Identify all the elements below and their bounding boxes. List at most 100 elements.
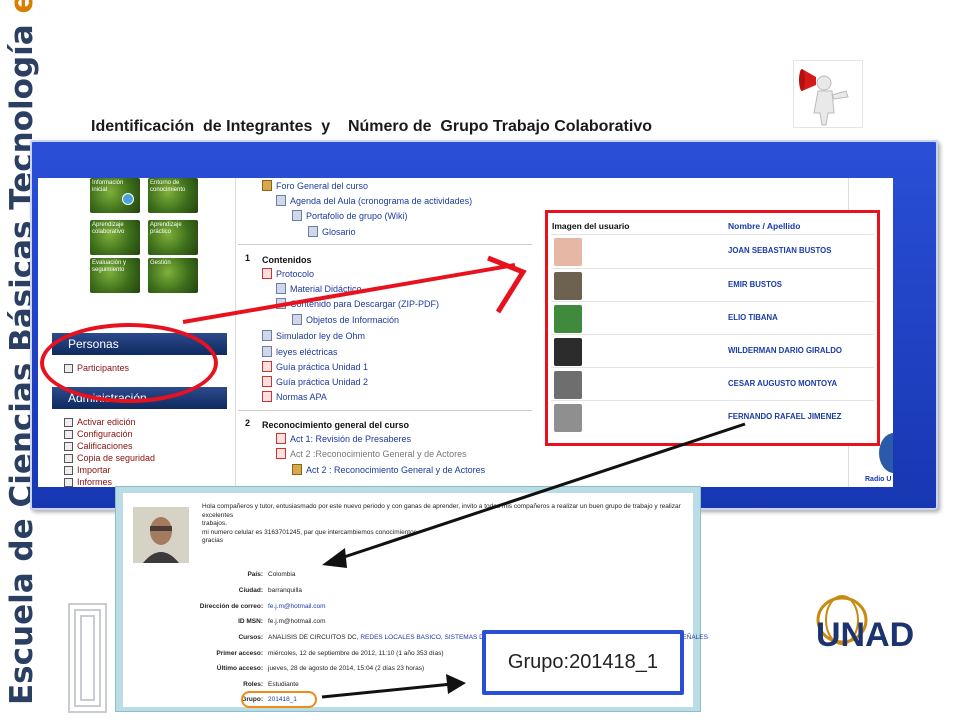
link-label: Portafolio de grupo (Wiki) bbox=[306, 210, 408, 221]
link-act-2-folder[interactable]: Act 2 :Reconocimiento General y de Actor… bbox=[276, 448, 467, 459]
link-objetos-informacion[interactable]: Objetos de Información bbox=[292, 314, 399, 325]
link-label: Agenda del Aula (cronograma de actividad… bbox=[290, 195, 473, 206]
field-label-ultimo-acceso: Último acceso: bbox=[216, 665, 263, 672]
field-label-cursos: Cursos: bbox=[238, 634, 263, 641]
field-label-correo: Dirección de correo: bbox=[199, 603, 263, 610]
column-header-image: Imagen del usuario bbox=[552, 221, 630, 231]
pdf-icon bbox=[262, 268, 272, 279]
reports-icon bbox=[64, 477, 73, 487]
participant-name[interactable]: ELIO TIBANA bbox=[728, 313, 778, 322]
link-label: Act 1: Revisión de Presaberes bbox=[290, 433, 412, 444]
link-glosario[interactable]: Glosario bbox=[308, 226, 356, 237]
table-row[interactable]: FERNANDO RAFAEL JIMENEZ bbox=[551, 400, 874, 433]
participant-name[interactable]: CESAR AUGUSTO MONTOYA bbox=[728, 379, 837, 388]
link-foro-general[interactable]: Foro General del curso bbox=[262, 180, 368, 191]
avatar bbox=[554, 238, 582, 266]
slide: Escuela de Ciencias Básicas Tecnología e… bbox=[0, 0, 960, 720]
participant-name[interactable]: EMIR BUSTOS bbox=[728, 280, 782, 289]
field-value-pais: Colombia bbox=[268, 571, 296, 578]
admin-item-importar[interactable]: Importar bbox=[64, 465, 111, 475]
participant-name[interactable]: JOAN SEBASTIAN BUSTOS bbox=[728, 246, 831, 255]
table-row[interactable]: JOAN SEBASTIAN BUSTOS bbox=[551, 234, 874, 267]
grades-icon bbox=[64, 441, 73, 451]
forum-icon bbox=[262, 180, 272, 191]
table-row[interactable]: EMIR BUSTOS bbox=[551, 268, 874, 301]
admin-item-calificaciones[interactable]: Calificaciones bbox=[64, 441, 133, 451]
tile-informacion-inicial[interactable]: Información inicial bbox=[90, 178, 140, 213]
profile-description: Hola compañeros y tutor, entusiasmado po… bbox=[202, 503, 687, 546]
field-label-pais: País: bbox=[247, 571, 263, 578]
course-sections-column: Foro General del curso Agenda del Aula (… bbox=[235, 178, 535, 487]
link-leyes-electricas[interactable]: leyes eléctricas bbox=[262, 346, 338, 357]
participant-name[interactable]: WILDERMAN DARIO GIRALDO bbox=[728, 346, 842, 355]
course-tiles: Información inicial Entorno de conocimie… bbox=[48, 178, 198, 296]
participant-name[interactable]: FERNANDO RAFAEL JIMENEZ bbox=[728, 412, 841, 421]
admin-item-copia-seguridad[interactable]: Copia de seguridad bbox=[64, 453, 155, 463]
link-label: Guía práctica Unidad 1 bbox=[276, 361, 369, 372]
link-contenido-descargar[interactable]: Contenido para Descargar (ZIP-PDF) bbox=[276, 298, 439, 309]
link-wiki[interactable]: Portafolio de grupo (Wiki) bbox=[292, 210, 408, 221]
link-guia-unidad-2[interactable]: Guía práctica Unidad 2 bbox=[262, 376, 368, 387]
description-line: mi numero celular es 3163701245, par que… bbox=[202, 528, 417, 536]
tile-aprendizaje-colaborativo[interactable]: Aprendizaje colaborativo bbox=[90, 220, 140, 255]
link-label: Contenido para Descargar (ZIP-PDF) bbox=[290, 298, 440, 309]
field-label-ciudad: Ciudad: bbox=[238, 587, 263, 594]
link-label: Protocolo bbox=[276, 268, 315, 279]
link-material-didactico[interactable]: Material Didáctico bbox=[276, 283, 362, 294]
tile-label: Aprendizaje práctico bbox=[150, 222, 182, 235]
radio-logo-label: Radio U bbox=[865, 476, 892, 483]
tile-aprendizaje-practico[interactable]: Aprendizaje práctico bbox=[148, 220, 198, 255]
field-value-correo[interactable]: fe.j.m@hotmail.com bbox=[268, 603, 326, 610]
description-line: trabajos. bbox=[202, 520, 227, 527]
link-label: leyes eléctricas bbox=[276, 346, 338, 357]
link-agenda[interactable]: Agenda del Aula (cronograma de actividad… bbox=[276, 195, 472, 206]
section-divider bbox=[238, 410, 532, 411]
avatar bbox=[554, 338, 582, 366]
course-text: ANALISIS DE CIRCUITOS DC, bbox=[268, 634, 361, 641]
pdf-icon bbox=[276, 448, 286, 459]
group-callout: Grupo:201418_1 bbox=[482, 630, 684, 695]
pdf-icon bbox=[262, 391, 272, 402]
slide-heading: Identificación de Integrantes y Número d… bbox=[91, 118, 652, 135]
field-label-msn: ID MSN: bbox=[238, 618, 263, 625]
link-normas-apa[interactable]: Normas APA bbox=[262, 391, 327, 402]
admin-item-informes[interactable]: Informes bbox=[64, 477, 112, 487]
tile-entorno-conocimiento[interactable]: Entorno de conocimiento bbox=[148, 178, 198, 213]
link-act-2-forum[interactable]: Act 2 : Reconocimiento General y de Acto… bbox=[292, 464, 485, 475]
admin-item-label: Activar edición bbox=[77, 417, 136, 427]
profile-photo bbox=[133, 507, 189, 563]
admin-item-label: Copia de seguridad bbox=[77, 453, 156, 463]
backup-icon bbox=[64, 453, 73, 463]
admin-item-label: Calificaciones bbox=[77, 441, 133, 451]
admin-item-configuracion[interactable]: Configuración bbox=[64, 429, 133, 439]
link-label: Foro General del curso bbox=[276, 180, 369, 191]
table-row[interactable]: WILDERMAN DARIO GIRALDO bbox=[551, 334, 874, 367]
field-value-ciudad: barranquilla bbox=[268, 587, 302, 594]
highlight-oval bbox=[40, 323, 218, 403]
glossary-icon bbox=[308, 226, 318, 237]
table-row[interactable]: ELIO TIBANA bbox=[551, 301, 874, 334]
page-icon bbox=[276, 195, 286, 206]
link-label: Act 2 :Reconocimiento General y de Actor… bbox=[290, 448, 467, 459]
link-label: Guía práctica Unidad 2 bbox=[276, 376, 369, 387]
field-value-primer-acceso: miércoles, 12 de septiembre de 2012, 11:… bbox=[268, 650, 444, 657]
table-row[interactable]: CESAR AUGUSTO MONTOYA bbox=[551, 367, 874, 400]
link-label: Normas APA bbox=[276, 391, 327, 402]
avatar bbox=[554, 272, 582, 300]
field-value-msn: fe.j.m@hotmail.com bbox=[268, 618, 326, 625]
link-protocolo[interactable]: Protocolo bbox=[262, 268, 314, 279]
page-icon bbox=[276, 298, 286, 309]
link-simulador[interactable]: Simulador ley de Ohm bbox=[262, 330, 365, 341]
link-act-1[interactable]: Act 1: Revisión de Presaberes bbox=[276, 433, 411, 444]
decorative-lines-icon bbox=[65, 600, 110, 715]
tile-evaluacion[interactable]: Evaluación y seguimiento bbox=[90, 258, 140, 293]
page-icon bbox=[262, 330, 272, 341]
megaphone-icon bbox=[793, 60, 863, 128]
field-value-roles: Estudiante bbox=[268, 681, 299, 688]
column-header-name[interactable]: Nombre / Apellido bbox=[728, 221, 800, 231]
tile-label: Gestión bbox=[150, 260, 171, 266]
edit-icon bbox=[64, 417, 73, 427]
link-guia-unidad-1[interactable]: Guía práctica Unidad 1 bbox=[262, 361, 368, 372]
admin-item-activar-edicion[interactable]: Activar edición bbox=[64, 417, 136, 427]
tile-gestion[interactable]: Gestión bbox=[148, 258, 198, 293]
